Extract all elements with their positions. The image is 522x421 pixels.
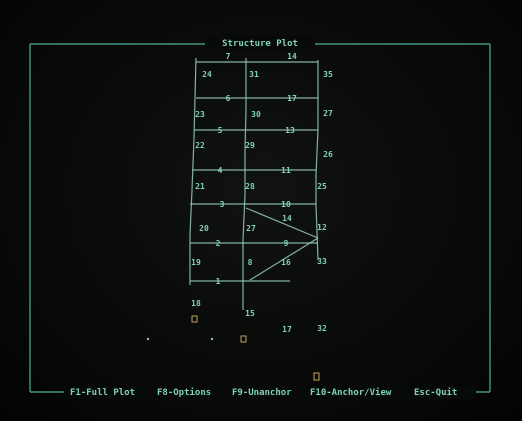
f10-anchor-view-key[interactable]: F10-Anchor/View (310, 387, 392, 398)
joint-label: 8 (248, 258, 253, 267)
joint-label: 1 (216, 277, 221, 286)
f8-options-key[interactable]: F8-Options (157, 387, 211, 398)
joint-label: 5 (218, 126, 223, 135)
brace-a (245, 207, 319, 239)
joint-label: 20 (199, 224, 209, 233)
joint-label: 18 (191, 299, 201, 308)
joint-label: 23 (195, 110, 205, 119)
anchor-cursor-icon (313, 372, 320, 381)
joint-label: 35 (323, 70, 333, 79)
joint-label: 14 (282, 214, 292, 223)
joint-label: 17 (287, 94, 297, 103)
joint-label: 14 (287, 52, 297, 61)
support-marker-icon (191, 315, 198, 323)
joint-label: 30 (251, 110, 261, 119)
support-markers (146, 315, 320, 381)
stray-pixel-icon (210, 337, 214, 341)
joint-label: 2 (216, 239, 221, 248)
joint-label: 10 (281, 200, 291, 209)
joint-label: 33 (317, 257, 327, 266)
joint-labels: 7 14 24 31 35 6 17 23 30 27 5 13 22 29 2… (191, 52, 333, 334)
joint-label: 9 (284, 239, 289, 248)
joint-label: 28 (245, 182, 255, 191)
terminal-screen: Structure Plot 7 14 24 31 35 6 17 23 30 … (0, 0, 522, 421)
joint-label: 27 (246, 224, 256, 233)
support-marker-icon (240, 335, 247, 343)
window-frame (29, 43, 491, 393)
joint-label: 11 (281, 166, 291, 175)
joint-label: 22 (195, 141, 205, 150)
joint-label: 16 (281, 258, 291, 267)
structure-plot-canvas: Structure Plot 7 14 24 31 35 6 17 23 30 … (29, 36, 491, 399)
joint-label: 19 (191, 258, 201, 267)
joint-label: 7 (226, 52, 231, 61)
joint-label: 26 (323, 150, 333, 159)
joint-label: 27 (323, 109, 333, 118)
joint-label: 15 (245, 309, 255, 318)
window-title: Structure Plot (222, 39, 298, 49)
column-line-left (189, 57, 197, 285)
joint-label: 29 (245, 141, 255, 150)
f1-full-plot-key[interactable]: F1-Full Plot (70, 388, 135, 398)
joint-label: 24 (202, 70, 212, 79)
joint-label: 31 (249, 70, 259, 79)
joint-label: 21 (195, 182, 205, 191)
joint-label: 12 (317, 223, 327, 232)
joint-label: 4 (218, 166, 223, 175)
joint-label: 17 (282, 325, 292, 334)
joint-label: 6 (226, 94, 231, 103)
esc-quit-key[interactable]: Esc-Quit (414, 387, 457, 398)
joint-label: 3 (220, 200, 225, 209)
joint-label: 13 (285, 126, 295, 135)
joint-label: 25 (317, 182, 327, 191)
joint-label: 32 (317, 324, 327, 333)
stray-pixel-icon (146, 337, 150, 341)
f9-unanchor-key[interactable]: F9-Unanchor (232, 388, 292, 398)
